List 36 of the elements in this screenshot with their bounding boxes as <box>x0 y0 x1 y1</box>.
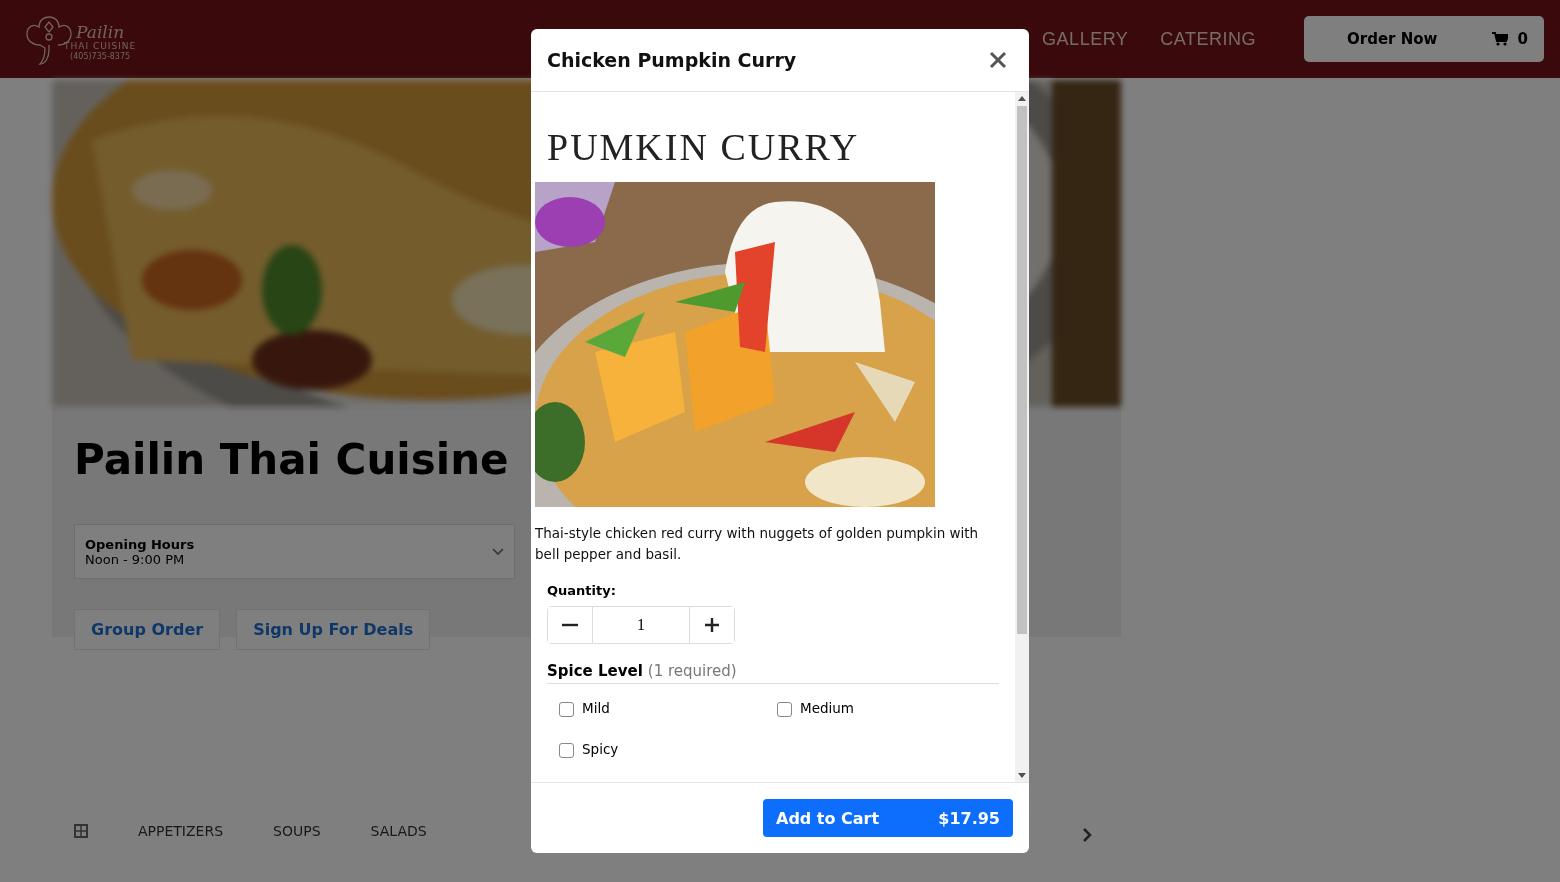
option-label: Medium <box>800 699 854 716</box>
checkbox[interactable] <box>559 743 574 758</box>
chevron-right-icon[interactable] <box>1082 828 1092 842</box>
checkbox[interactable] <box>559 702 574 717</box>
hours-value: Noon - 9:00 PM <box>85 551 186 567</box>
minus-icon <box>562 623 578 627</box>
category-tab[interactable]: APPETIZERS <box>138 823 224 839</box>
action-button[interactable]: Group Order <box>74 609 221 650</box>
category-tab[interactable]: SALADS <box>370 823 427 839</box>
nav-link[interactable]: GALLERY <box>1042 28 1129 50</box>
option-label: Spicy <box>582 740 619 757</box>
restaurant-name: Pailin Thai Cuisine <box>74 435 510 484</box>
quantity-label: Quantity: <box>547 583 617 598</box>
action-button[interactable]: Sign Up For Deals <box>236 609 431 650</box>
grid-icon[interactable] <box>74 824 88 838</box>
checkbox[interactable] <box>777 702 792 717</box>
quantity-field[interactable]: 1 <box>592 607 690 643</box>
required-note: (1 required) <box>647 662 737 680</box>
cart-icon <box>1491 32 1508 46</box>
nav-link[interactable]: CATERING <box>1160 28 1256 50</box>
order-now-button[interactable]: Order Now 0 <box>1304 16 1544 62</box>
add-to-cart-button[interactable]: Add to Cart $17.95 <box>763 799 1013 837</box>
option-group-title: Spice Level <box>547 662 643 680</box>
hours-label: Opening Hours <box>85 536 195 552</box>
chevron-down-icon <box>492 547 504 556</box>
dialog-title: Chicken Pumpkin Curry <box>547 49 797 71</box>
logo-subtitle: THAI CUISINE <box>64 40 137 52</box>
plus-icon <box>704 617 720 633</box>
logo-script: Pailin <box>76 22 125 41</box>
quantity-stepper[interactable]: 1 <box>547 606 735 644</box>
category-tab[interactable]: SOUPS <box>273 823 321 839</box>
down-arrow-icon[interactable] <box>1018 773 1026 778</box>
dish-description: Thai-style chicken red curry with nuggets of golden pumpkin with bell pepper and basil. <box>535 524 980 564</box>
hours-dropdown[interactable]: Opening Hours Noon - 9:00 PM <box>74 524 515 579</box>
option-label: Mild <box>582 699 610 716</box>
phone-number: (405)735-8375 <box>70 51 131 62</box>
